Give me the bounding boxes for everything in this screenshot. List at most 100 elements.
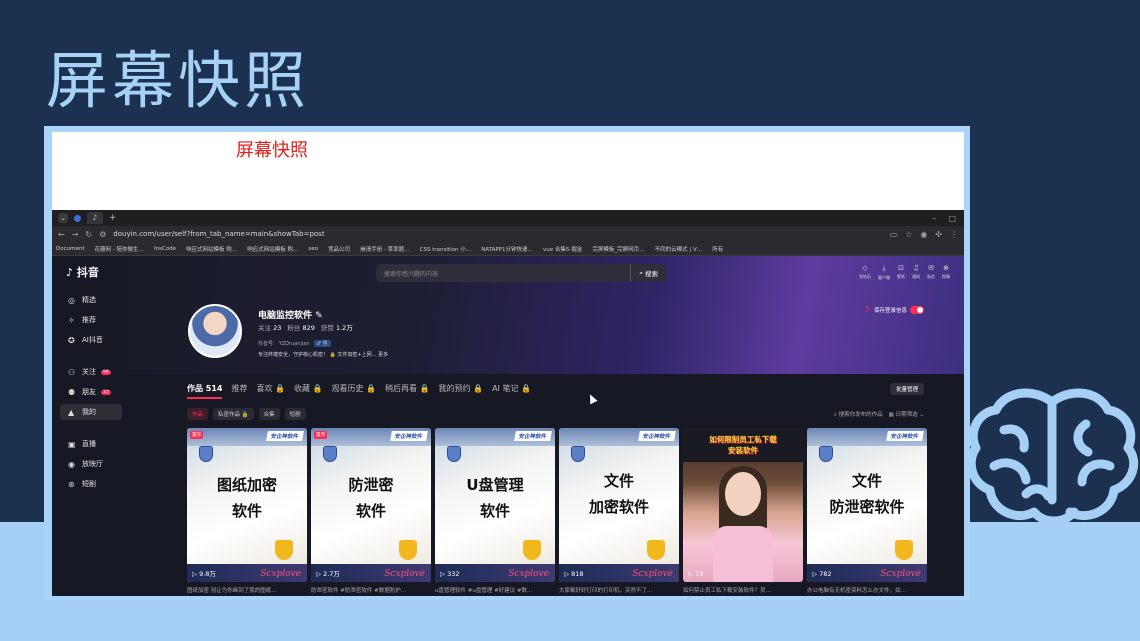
stat-follow[interactable]: 关注 23 — [258, 322, 281, 332]
search-works[interactable]: ⌕ 搜索你发布的作品 — [834, 410, 883, 419]
bookmark-item[interactable]: 响应式网站模板 购… — [247, 245, 298, 253]
puzzle-icon[interactable]: ✣ — [935, 230, 942, 239]
toggle-switch[interactable] — [910, 306, 924, 314]
bookmarks-bar: Document 花瓣网 - 陪你做生… InsCode 响应式网站模板 购… … — [52, 242, 964, 256]
video-card[interactable]: 安企神软件 U盘管理 软件 ▷ 332 Scxplove — [435, 428, 555, 582]
site-info-icon[interactable]: ⚙ — [99, 230, 106, 239]
window-controls[interactable]: – ▢ — [932, 214, 956, 223]
bookmark-item[interactable]: InsCode — [154, 246, 176, 252]
brand-tag: 安企神软件 — [266, 431, 304, 441]
edit-icon[interactable]: ✎ — [315, 311, 323, 321]
stat-likes: 获赞 1.2万 — [320, 324, 353, 332]
bookmark-item[interactable]: seo — [309, 246, 319, 252]
works-tools: ⌕ 搜索你发布的作品 ▦ 日期筛选 ⌄ — [834, 410, 924, 419]
forward-icon[interactable]: → — [72, 230, 79, 239]
tab-works[interactable]: 作品 514 — [187, 383, 223, 399]
profile-name: 电脑监控软件 ✎ — [258, 311, 323, 321]
video-card[interactable]: 安企神软件 文件 加密软件 ▷ 818 Scxplove — [559, 428, 679, 582]
video-card[interactable]: 置顶 安企神软件 图纸加密 软件 ▷ 9.8万 Scxplove — [187, 428, 307, 582]
extension-icon[interactable]: ◉ — [920, 230, 927, 239]
follow-icon: ⚇ — [68, 367, 76, 377]
batch-manage-button[interactable]: 批量管理 — [889, 383, 924, 395]
tab-list-icon[interactable]: ⌄ — [58, 213, 68, 223]
top-item-upload[interactable]: ⊕ 投稿 — [942, 264, 950, 281]
search-button[interactable]: ⌕ 搜索 — [630, 264, 666, 282]
tab-watch-later[interactable]: 稍后再看 🔒 — [385, 383, 430, 399]
shield-icon — [323, 446, 337, 462]
card-caption[interactable]: 如何禁止员工私下载安装软件？员… — [683, 586, 803, 594]
url-field[interactable]: douyin.com/user/self?from_tab_name=main&… — [113, 230, 324, 238]
search-input[interactable]: 搜索你感兴趣的内容 ⌕ 搜索 — [376, 264, 666, 282]
chip-private[interactable]: 私密作品 🔒 — [213, 408, 254, 420]
sidebar-item-follow[interactable]: ⚇ 关注 99 — [60, 364, 122, 380]
top-item-message[interactable]: ✉ 私信 — [927, 264, 935, 281]
bookmark-item[interactable]: vue 合集5-掘金 — [543, 245, 582, 253]
sidebar-item-ai[interactable]: ✪ AI抖音 — [60, 332, 122, 348]
top-item-notify[interactable]: ♫ 通知 — [912, 264, 920, 281]
tab-history[interactable]: 观看历史 🔒 — [332, 383, 377, 399]
new-tab-icon[interactable]: + — [109, 213, 117, 223]
bookmark-item[interactable]: 不同的云模式 | V… — [655, 245, 703, 253]
bookmark-item[interactable]: CSS transition 小… — [420, 245, 472, 253]
video-card[interactable]: 置顶 安企神软件 防泄密 软件 ▷ 2.7万 Scxplove — [311, 428, 431, 582]
address-bar: ← → ↻ ⚙ douyin.com/user/self?from_tab_na… — [52, 226, 964, 242]
cast-icon[interactable]: ▭ — [890, 230, 898, 239]
bookmark-item[interactable]: 竞品公司 — [328, 245, 350, 253]
card-captions: 图纸加密 别让为你画到了我的图纸… 防泄密软件 #防泄密软件 #数据防护… u盘… — [187, 586, 927, 594]
gold-shield-icon — [647, 540, 665, 560]
douyin-logo[interactable]: ♪ 抖音 — [66, 264, 99, 280]
bookmark-item[interactable]: 完屏模板_完屏网页… — [592, 245, 644, 253]
top-item-client[interactable]: ⤓ 客户端 — [878, 264, 890, 281]
card-caption[interactable]: u盘管理软件 #u盘管理 #好建议 #数… — [435, 586, 555, 594]
card-caption[interactable]: 办公电脑有无机密资料怎么办文件，如… — [807, 586, 927, 594]
card-title: 文件 防泄密软件 — [829, 472, 905, 516]
sidebar-item-live[interactable]: ▣ 直播 — [60, 436, 122, 452]
video-card[interactable]: 安企神软件 文件 防泄密软件 ▷ 782 Scxplove — [807, 428, 927, 582]
card-caption[interactable]: 大家都好好打印的打印机，突然不了… — [559, 586, 679, 594]
sidebar-item-featured[interactable]: ◎ 精选 — [60, 292, 122, 308]
video-card[interactable]: 如何限制员工私下载 安装软件 ▷ 72 — [683, 428, 803, 582]
pinned-badge: 置顶 — [314, 431, 327, 439]
bookmark-item[interactable]: 崩溃手册 - 草率题… — [360, 245, 409, 253]
sidebar-item-me[interactable]: ▲ 我的 — [60, 404, 122, 420]
card-caption[interactable]: 图纸加密 别让为你画到了我的图纸… — [187, 586, 307, 594]
tab-douyin[interactable]: ♪ — [87, 212, 103, 224]
top-item-diamond[interactable]: ◇ 充钻石 — [859, 264, 871, 281]
sidebar-item-friends[interactable]: ⚉ 朋友 10 — [60, 384, 122, 400]
tab-likes[interactable]: 喜欢 🔒 — [256, 383, 285, 399]
maximize-icon[interactable]: ▢ — [948, 214, 956, 223]
gender-badge: ♂ 男 — [313, 340, 331, 347]
star-icon[interactable]: ☆ — [905, 230, 912, 239]
bookmark-item[interactable]: 花瓣网 - 陪你做生… — [95, 245, 144, 253]
sidebar-item-recommend[interactable]: ✧ 推荐 — [60, 312, 122, 328]
tab-favorites[interactable]: 收藏 🔒 — [294, 383, 323, 399]
chip-collections[interactable]: 合集 — [258, 408, 280, 420]
menu-icon[interactable]: ⋮ — [950, 230, 958, 239]
chip-works[interactable]: 作品 — [187, 408, 209, 420]
tab-reservations[interactable]: 我的预约 🔒 — [439, 383, 484, 399]
profile-desc[interactable]: 专注终端安全，守护核心机密！ 🔒 文件加密+上网… 更多 — [258, 351, 388, 358]
bookmark-item[interactable]: 所有 — [712, 245, 723, 253]
date-filter[interactable]: ▦ 日期筛选 ⌄ — [889, 410, 924, 419]
card-signature: Scxplove — [880, 569, 921, 579]
reload-icon[interactable]: ↻ — [85, 230, 92, 239]
chip-short-drama[interactable]: 短剧 — [284, 408, 306, 420]
back-icon[interactable]: ← — [58, 230, 65, 239]
card-caption[interactable]: 防泄密软件 #防泄密软件 #数据防护… — [311, 586, 431, 594]
bookmark-item[interactable]: 响应式网站模板 购… — [186, 245, 237, 253]
tab-recommend[interactable]: 推荐 — [231, 383, 247, 399]
save-login-toggle[interactable]: ❓ 保存登录信息 — [864, 306, 924, 314]
profile-header: 搜索你感兴趣的内容 ⌕ 搜索 ◇ 充钻石 ⤓ 客户端 ⊡ 壁纸 ♫ 通知 ✉ 私信 ⊕ 投稿 — [128, 256, 964, 374]
avatar[interactable] — [188, 304, 242, 358]
bookmark-item[interactable]: NATAPP1分钟快速… — [481, 245, 533, 253]
minimize-icon[interactable]: – — [932, 214, 936, 223]
stat-fans[interactable]: 粉丝 829 — [287, 322, 315, 332]
sidebar-item-cinema[interactable]: ◉ 放映厅 — [60, 456, 122, 472]
shield-icon — [199, 446, 213, 462]
brand-tag: 安企神软件 — [638, 431, 676, 441]
top-item-wallpaper[interactable]: ⊡ 壁纸 — [897, 264, 905, 281]
screenshot-frame: 屏幕快照 ⌄ ♪ + – ▢ ← → ↻ ⚙ douyin.com/user/se… — [44, 126, 970, 600]
tab-ai-notes[interactable]: AI 笔记 🔒 — [492, 383, 531, 399]
bookmark-item[interactable]: Document — [56, 246, 85, 252]
sidebar-item-short-drama[interactable]: ⊛ 短剧 — [60, 476, 122, 492]
